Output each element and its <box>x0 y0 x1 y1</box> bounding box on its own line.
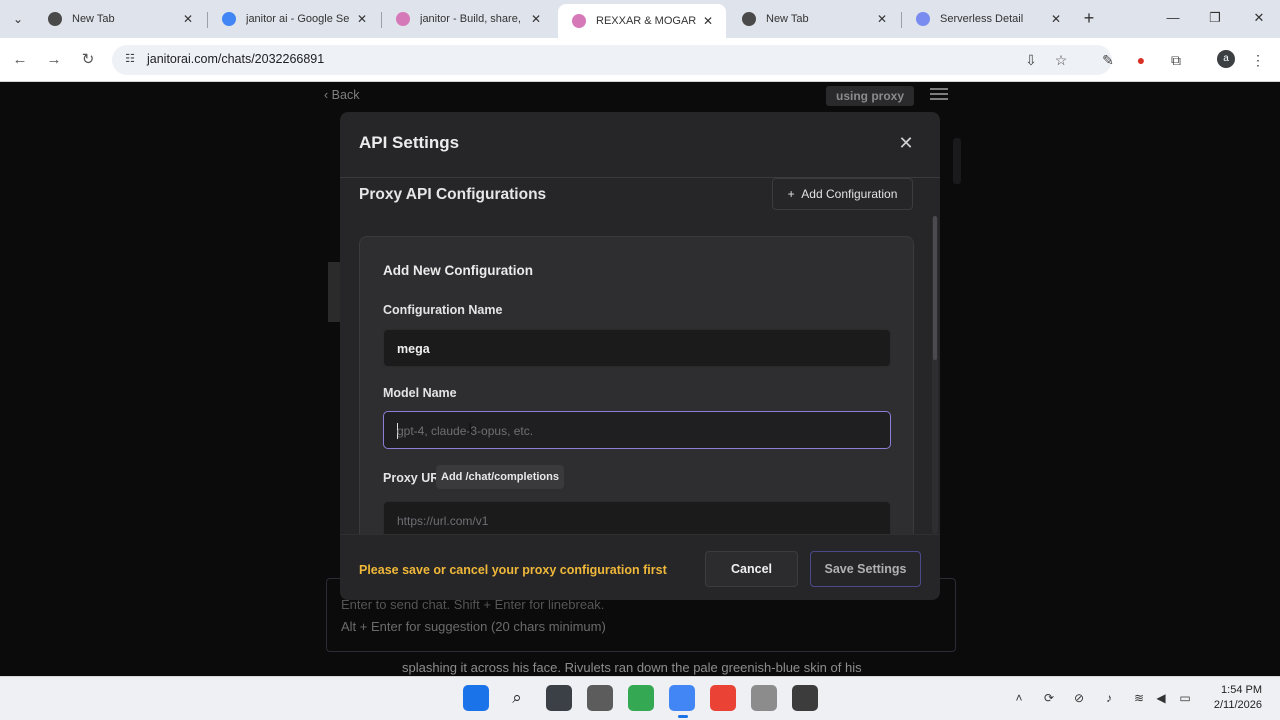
tray-chevron-up-icon[interactable]: ˄ <box>1010 689 1028 707</box>
chevron-left-icon: ‹ <box>324 88 329 102</box>
api-settings-modal: API Settings ✕ Proxy API Configurations … <box>340 112 940 600</box>
app-icon[interactable] <box>587 685 613 711</box>
back-label: Back <box>331 88 360 102</box>
modal-body: Proxy API Configurations + Add Configura… <box>340 178 940 534</box>
hamburger-menu-icon[interactable] <box>930 88 948 102</box>
page-scrollbar[interactable] <box>953 138 961 184</box>
tab-janitor[interactable]: janitor - Build, share, ✕ <box>382 4 554 34</box>
address-bar[interactable]: ☷ janitorai.com/chats/2032266891 <box>112 45 1112 75</box>
app-icon[interactable] <box>792 685 818 711</box>
tab-close-icon[interactable]: ✕ <box>528 12 544 26</box>
taskbar: ⌕ ˄ ⟳ ⊘ ♪ ≋ ◀ ▭ 1:54 PM 2/11/2026 <box>0 676 1280 720</box>
warning-message: Please save or cancel your proxy configu… <box>359 563 667 577</box>
modal-footer: Please save or cancel your proxy configu… <box>340 534 940 600</box>
new-tab-button[interactable]: + <box>1080 8 1098 30</box>
tab-title: janitor ai - Google Se <box>246 13 350 25</box>
tab-title: Serverless Detail <box>940 13 1024 25</box>
tab-title: REXXAR & MOGAR | <box>596 15 700 27</box>
active-app-indicator <box>678 715 688 718</box>
tab-close-icon[interactable]: ✕ <box>1048 12 1064 26</box>
system-clock[interactable]: 1:54 PM 2/11/2026 <box>1206 683 1262 713</box>
modal-header: API Settings ✕ <box>340 112 940 178</box>
new-configuration-card: Add New Configuration Configuration Name… <box>359 236 914 534</box>
proxy-url-input[interactable]: https://url.com/v1 <box>383 501 891 534</box>
chrome-icon <box>742 12 756 26</box>
proxy-badge[interactable]: using proxy <box>826 86 915 106</box>
clock-time: 1:54 PM <box>1221 684 1262 696</box>
tab-close-icon[interactable]: ✕ <box>354 12 370 26</box>
text-cursor-icon: I <box>468 421 473 438</box>
search-icon[interactable]: ⌕ <box>504 685 530 711</box>
cancel-button[interactable]: Cancel <box>705 551 798 587</box>
add-configuration-button[interactable]: + Add Configuration <box>772 178 913 210</box>
modal-scrollbar-thumb[interactable] <box>933 216 937 360</box>
network-off-icon[interactable]: ⊘ <box>1070 689 1088 707</box>
chat-message-text: splashing it across his face. Rivulets r… <box>402 660 862 675</box>
plus-icon: + <box>787 187 795 201</box>
minimize-icon[interactable]: — <box>1158 6 1188 30</box>
sync-icon[interactable]: ⟳ <box>1040 689 1058 707</box>
tab-new-tab-1[interactable]: New Tab ✕ <box>34 4 206 34</box>
model-name-input[interactable]: gpt-4, claude-3-opus, etc. I <box>383 411 891 449</box>
add-configuration-label: Add Configuration <box>801 187 898 201</box>
tab-rexxar-mogar-active[interactable]: REXXAR & MOGAR | ✕ <box>558 4 726 38</box>
bookmark-star-icon[interactable]: ☆ <box>1049 48 1073 72</box>
tab-google-search[interactable]: janitor ai - Google Se ✕ <box>208 4 380 34</box>
task-view-icon[interactable] <box>546 685 572 711</box>
tab-search-chevron-icon[interactable]: ⌄ <box>6 8 30 30</box>
google-icon <box>222 12 236 26</box>
add-chat-completions-button[interactable]: Add /chat/completions <box>436 465 564 489</box>
speaker-icon[interactable]: ◀ <box>1152 689 1170 707</box>
restore-icon[interactable]: ❐ <box>1200 6 1230 30</box>
window-close-icon[interactable]: ✕ <box>1244 6 1274 30</box>
forward-arrow-icon[interactable]: → <box>42 48 66 72</box>
app-icon[interactable] <box>751 685 777 711</box>
tab-new-tab-2[interactable]: New Tab ✕ <box>728 4 900 34</box>
extensions-puzzle-icon[interactable]: ⧉ <box>1164 48 1188 72</box>
extension-record-icon[interactable]: ● <box>1129 48 1153 72</box>
battery-icon[interactable]: ▭ <box>1176 689 1194 707</box>
model-name-placeholder: gpt-4, claude-3-opus, etc. <box>397 424 534 438</box>
tab-close-icon[interactable]: ✕ <box>874 12 890 26</box>
more-menu-icon[interactable]: ⋮ <box>1246 48 1270 72</box>
browser-toolbar: ← → ↻ ☷ janitorai.com/chats/2032266891 ⇩… <box>0 38 1280 82</box>
tab-title: New Tab <box>766 13 809 25</box>
windows-start-icon[interactable] <box>463 685 489 711</box>
chrome-profile-taskbar-icon[interactable] <box>710 685 736 711</box>
site-info-icon[interactable]: ☷ <box>122 51 138 67</box>
url-text[interactable]: janitorai.com/chats/2032266891 <box>147 52 324 66</box>
tab-serverless-detail[interactable]: Serverless Detail ✕ <box>902 4 1074 34</box>
back-link[interactable]: ‹ Back <box>324 88 359 102</box>
chat-placeholder-line2: Alt + Enter for suggestion (20 chars min… <box>341 619 606 634</box>
serverless-icon <box>916 12 930 26</box>
tab-close-icon[interactable]: ✕ <box>700 14 716 28</box>
model-name-label: Model Name <box>383 386 457 400</box>
back-arrow-icon[interactable]: ← <box>8 48 32 72</box>
modal-title: API Settings <box>359 133 460 152</box>
config-name-input[interactable]: mega <box>383 329 891 367</box>
install-app-icon[interactable]: ⇩ <box>1019 48 1043 72</box>
tab-title: New Tab <box>72 13 115 25</box>
tab-strip: ⌄ New Tab ✕ janitor ai - Google Se ✕ jan… <box>0 0 1280 38</box>
chrome-icon <box>48 12 62 26</box>
microphone-icon[interactable]: ♪ <box>1100 689 1118 707</box>
clock-date: 2/11/2026 <box>1213 699 1262 711</box>
chrome-taskbar-icon[interactable] <box>628 685 654 711</box>
section-title: Proxy API Configurations <box>359 186 547 203</box>
profile-avatar[interactable]: a <box>1217 50 1235 68</box>
tab-title: janitor - Build, share, <box>420 13 521 25</box>
wifi-icon[interactable]: ≋ <box>1130 689 1148 707</box>
tab-close-icon[interactable]: ✕ <box>180 12 196 26</box>
extension-pen-icon[interactable]: ✎ <box>1096 48 1120 72</box>
config-name-label: Configuration Name <box>383 303 503 317</box>
chrome-taskbar-icon-active[interactable] <box>669 685 695 711</box>
janitor-icon <box>396 12 410 26</box>
card-title: Add New Configuration <box>383 263 533 278</box>
proxy-url-placeholder: https://url.com/v1 <box>397 514 489 528</box>
janitor-icon <box>572 14 586 28</box>
reload-icon[interactable]: ↻ <box>76 48 100 72</box>
close-icon[interactable]: ✕ <box>897 134 915 152</box>
save-settings-button[interactable]: Save Settings <box>810 551 921 587</box>
config-name-value: mega <box>397 342 430 356</box>
